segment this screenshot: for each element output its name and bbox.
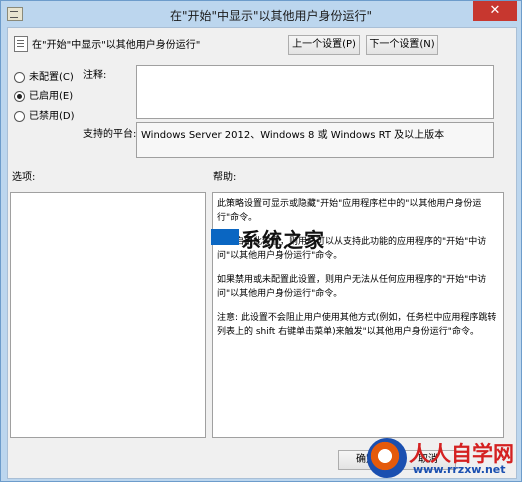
- help-label: 帮助:: [213, 172, 237, 183]
- window-title: 在"开始"中显示"以其他用户身份运行": [169, 9, 373, 23]
- radio-indicator[interactable]: [14, 110, 25, 122]
- radio-label: 已禁用(D): [29, 111, 75, 122]
- supported-platform-label: 支持的平台:: [83, 129, 137, 140]
- watermark-mark: [211, 229, 239, 245]
- help-paragraph: 如果禁用或未配置此设置，则用户无法从任何应用程序的"开始"中访问"以其他用户身份…: [217, 275, 487, 299]
- window-app-icon: [7, 7, 23, 21]
- help-paragraph: 此策略设置可显示或隐藏"开始"应用程序栏中的"以其他用户身份运行"命令。: [217, 199, 482, 223]
- radio-enabled[interactable]: 已启用(E): [14, 87, 73, 103]
- help-text: 此策略设置可显示或隐藏"开始"应用程序栏中的"以其他用户身份运行"命令。 如果启…: [213, 193, 503, 353]
- watermark-text: 系统之家: [241, 228, 325, 252]
- logo-url-text: www.rrzxw.net: [413, 463, 506, 476]
- radio-disabled[interactable]: 已禁用(D): [14, 107, 75, 123]
- radio-indicator[interactable]: [14, 71, 25, 83]
- comment-label: 注释:: [83, 70, 107, 81]
- previous-setting-button[interactable]: 上一个设置(P): [288, 35, 360, 55]
- radio-not-configured[interactable]: 未配置(C): [14, 68, 74, 84]
- site-logo: 人人自学网 www.rrzxw.net: [367, 438, 517, 478]
- policy-setting-icon: [14, 36, 28, 52]
- close-button[interactable]: ✕: [473, 1, 517, 21]
- radio-indicator-selected[interactable]: [14, 90, 25, 102]
- help-paragraph: 注意: 此设置不会阻止用户使用其他方式(例如，任务栏中应用程序跳转列表上的 sh…: [217, 313, 497, 337]
- dialog-body: 在"开始"中显示"以其他用户身份运行" 上一个设置(P) 下一个设置(N) 未配…: [7, 27, 517, 479]
- options-label: 选项:: [12, 172, 36, 183]
- policy-title: 在"开始"中显示"以其他用户身份运行": [32, 40, 201, 51]
- title-bar[interactable]: 在"开始"中显示"以其他用户身份运行" ✕: [1, 1, 521, 27]
- supported-platform-box[interactable]: Windows Server 2012、Windows 8 或 Windows …: [136, 122, 494, 158]
- comment-textarea[interactable]: [136, 65, 494, 119]
- next-setting-button[interactable]: 下一个设置(N): [366, 35, 438, 55]
- policy-dialog-window: 在"开始"中显示"以其他用户身份运行" ✕ 在"开始"中显示"以其他用户身份运行…: [0, 0, 522, 482]
- options-pane[interactable]: [10, 192, 206, 438]
- logo-emblem-icon: [367, 438, 407, 478]
- supported-platform-value: Windows Server 2012、Windows 8 或 Windows …: [141, 130, 445, 141]
- radio-label: 已启用(E): [29, 91, 74, 102]
- radio-label: 未配置(C): [29, 72, 74, 83]
